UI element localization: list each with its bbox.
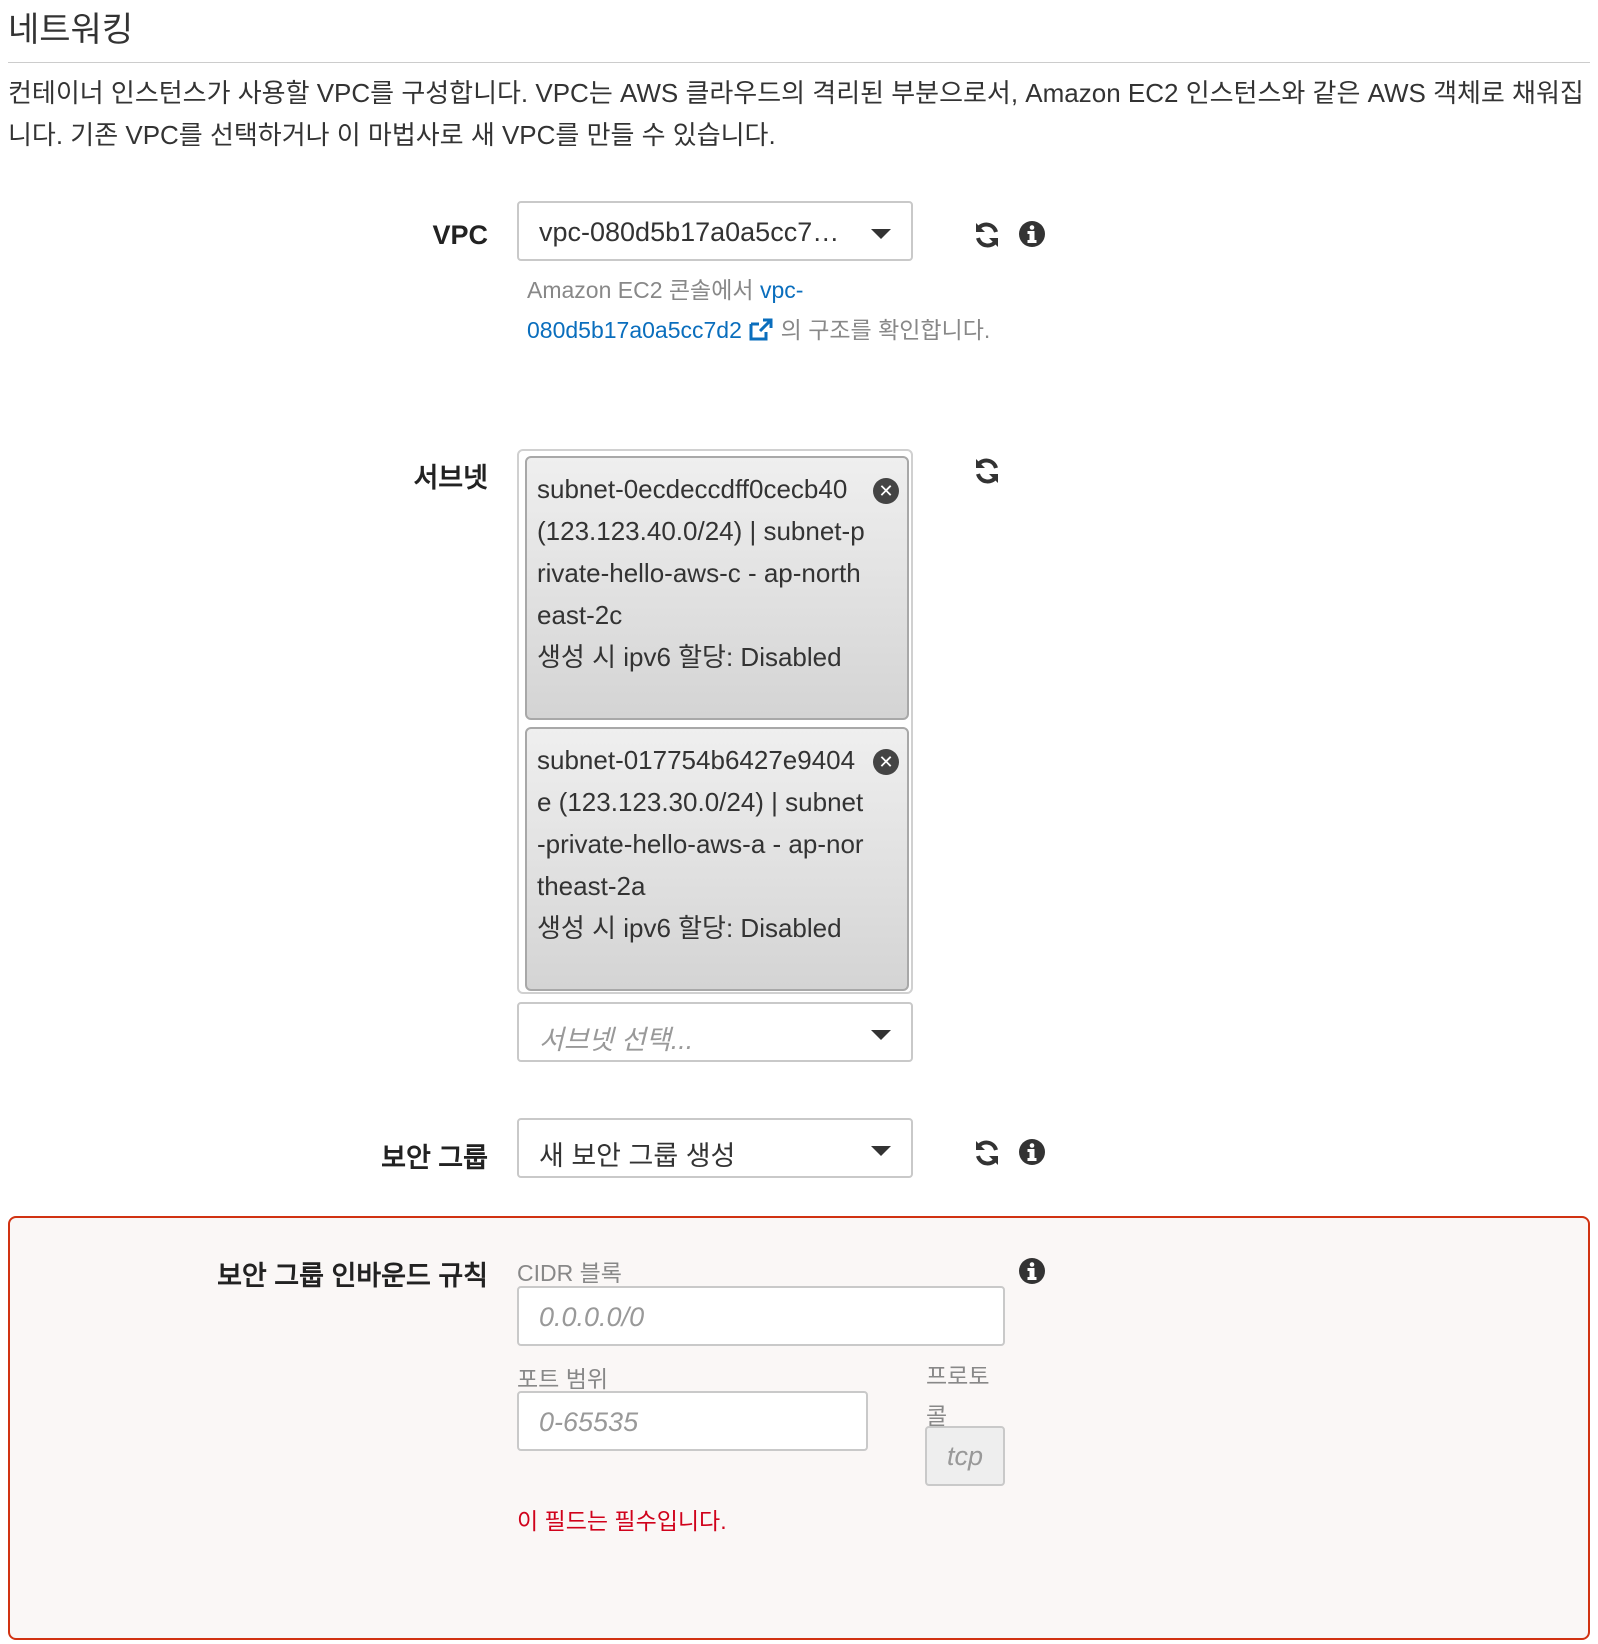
vpc-help-text: Amazon EC2 콘솔에서 vpc-080d5b17a0a5cc7d2 의 … bbox=[527, 270, 1007, 354]
info-icon[interactable] bbox=[1018, 1138, 1048, 1168]
security-group-select[interactable]: 새 보안 그룹 생성 bbox=[517, 1118, 913, 1178]
refresh-icon[interactable] bbox=[972, 1138, 1002, 1168]
caret-down-icon bbox=[871, 229, 891, 239]
port-range-placeholder: 0-65535 bbox=[539, 1407, 639, 1437]
required-field-error: 이 필드는 필수입니다. bbox=[517, 1508, 727, 1534]
refresh-icon[interactable] bbox=[972, 220, 1002, 250]
port-range-label: 포트 범위 bbox=[517, 1366, 609, 1392]
vpc-help-prefix: Amazon EC2 콘솔에서 bbox=[527, 277, 754, 303]
security-group-label: 보안 그룹 bbox=[381, 1143, 488, 1173]
port-range-input[interactable]: 0-65535 bbox=[517, 1391, 868, 1451]
cidr-label: CIDR 블록 bbox=[517, 1260, 622, 1286]
title-divider bbox=[8, 62, 1590, 63]
protocol-field: tcp bbox=[925, 1426, 1005, 1486]
cidr-input[interactable]: 0.0.0.0/0 bbox=[517, 1286, 1005, 1346]
protocol-label: 프로토콜 bbox=[926, 1363, 990, 1429]
section-description: 컨테이너 인스턴스가 사용할 VPC를 구성합니다. VPC는 AWS 클라우드… bbox=[8, 78, 1584, 150]
section-title: 네트워킹 bbox=[8, 11, 134, 49]
vpc-select[interactable]: vpc-080d5b17a0a5cc7… bbox=[517, 201, 913, 261]
subnet-placeholder: 서브넷 선택... bbox=[539, 1025, 694, 1055]
caret-down-icon bbox=[871, 1146, 891, 1156]
security-group-selected-value: 새 보안 그룹 생성 bbox=[539, 1141, 736, 1171]
subnet-selection-box: subnet-0ecdeccdff0cecb40 (123.123.40.0/2… bbox=[517, 449, 913, 994]
inbound-rules-label: 보안 그룹 인바운드 규칙 bbox=[217, 1261, 488, 1291]
remove-icon[interactable]: ✕ bbox=[873, 478, 899, 504]
subnet-chip-text: subnet-017754b6427e9404e (123.123.30.0/2… bbox=[537, 745, 864, 943]
vpc-label: VPC bbox=[432, 220, 488, 250]
vpc-help-suffix: 의 구조를 확인합니다. bbox=[780, 317, 991, 343]
subnet-chip: subnet-0ecdeccdff0cecb40 (123.123.40.0/2… bbox=[525, 456, 909, 720]
cidr-placeholder: 0.0.0.0/0 bbox=[539, 1302, 645, 1332]
refresh-icon[interactable] bbox=[972, 456, 1002, 486]
vpc-selected-value: vpc-080d5b17a0a5cc7… bbox=[539, 217, 840, 247]
info-icon[interactable] bbox=[1018, 1257, 1048, 1287]
subnet-chip: subnet-017754b6427e9404e (123.123.30.0/2… bbox=[525, 727, 909, 991]
subnet-label: 서브넷 bbox=[413, 463, 488, 493]
subnet-select[interactable]: 서브넷 선택... bbox=[517, 1002, 913, 1062]
info-icon[interactable] bbox=[1018, 220, 1048, 250]
caret-down-icon bbox=[871, 1030, 891, 1040]
remove-icon[interactable]: ✕ bbox=[873, 749, 899, 775]
subnet-chip-text: subnet-0ecdeccdff0cecb40 (123.123.40.0/2… bbox=[537, 474, 865, 672]
external-link-icon bbox=[748, 314, 774, 354]
